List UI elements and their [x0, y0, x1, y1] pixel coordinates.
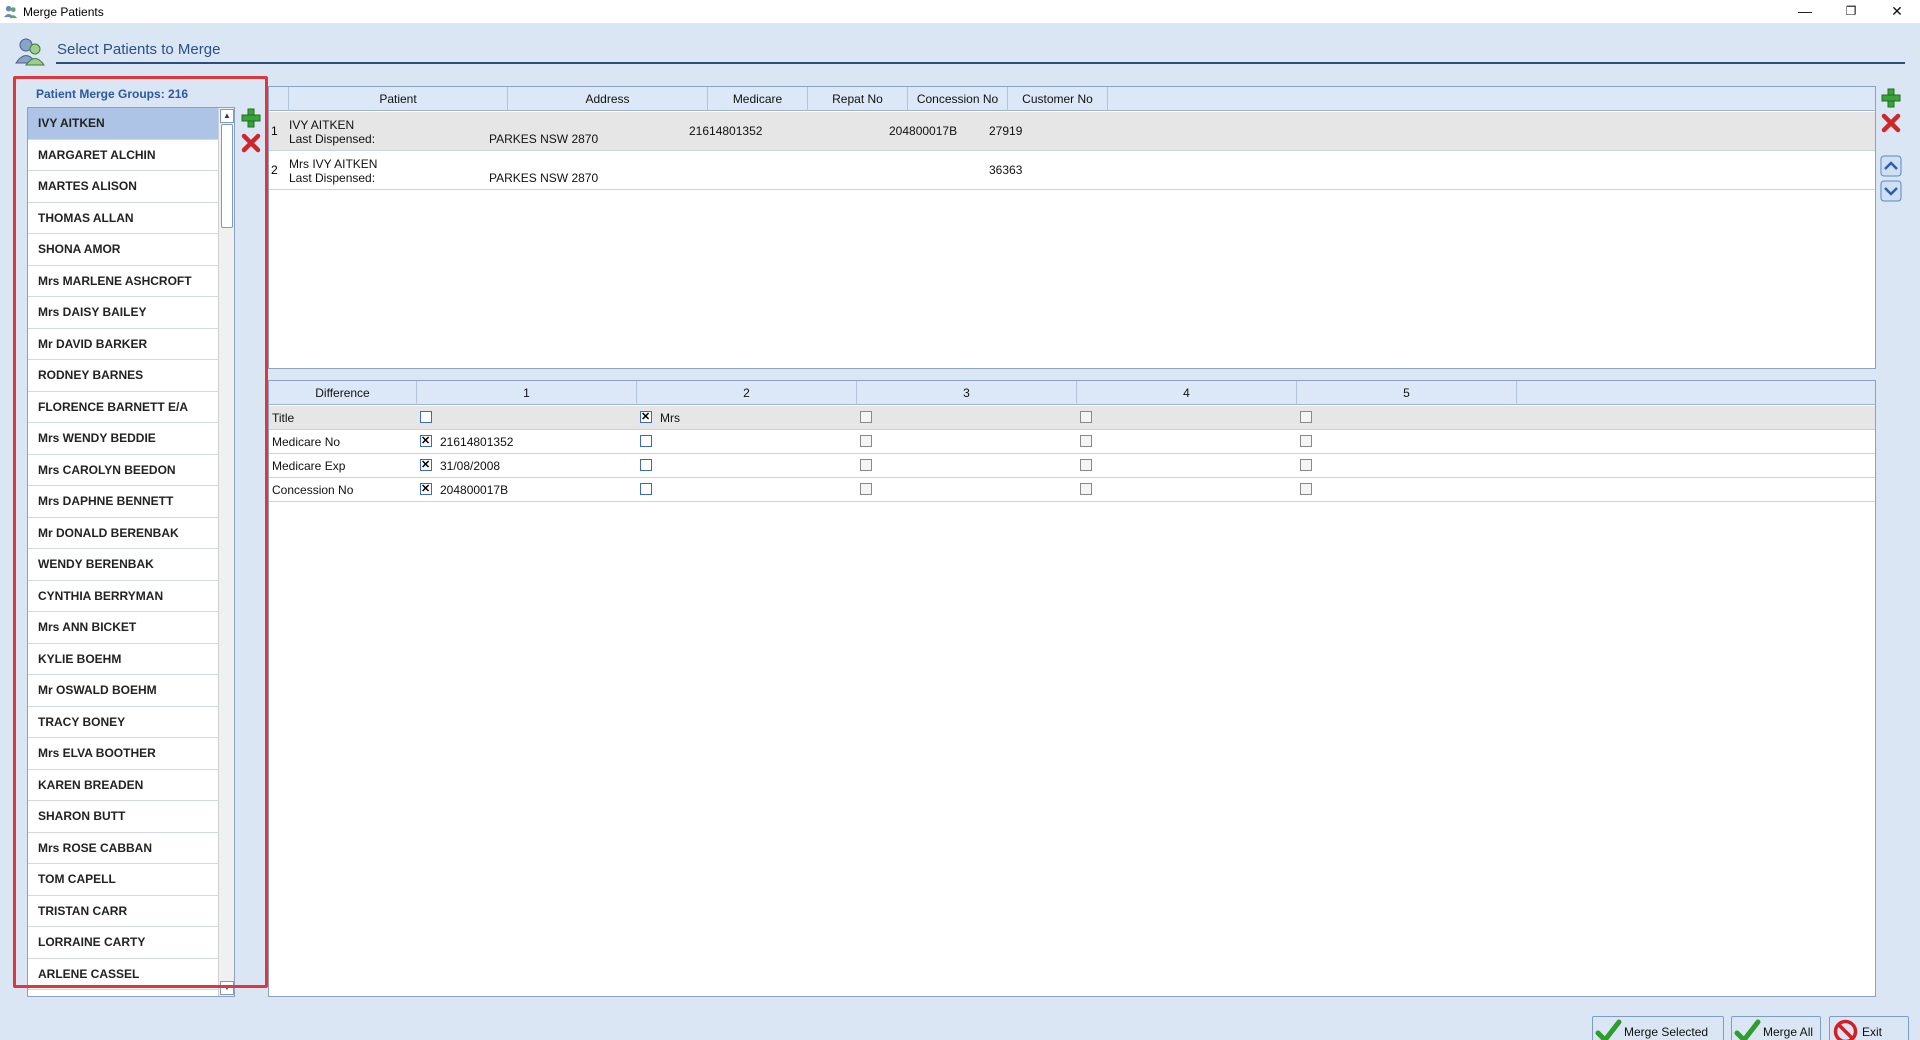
col-patient[interactable]: Patient: [289, 87, 508, 111]
title-bar: Merge Patients — ❐ ✕: [0, 0, 1920, 23]
patient-address: PARKES NSW 2870: [489, 132, 599, 146]
patients-header: Patient Address Medicare Repat No Conces…: [269, 87, 1875, 111]
remove-patient-button[interactable]: [1880, 112, 1902, 134]
differences-table: Difference 1 2 3 4 5 Title Mrs Medicare No…: [268, 380, 1876, 997]
difference-checkbox[interactable]: [1080, 435, 1092, 447]
difference-checkbox[interactable]: [860, 483, 872, 495]
difference-checkbox[interactable]: [860, 435, 872, 447]
chevron-down-icon: [1880, 180, 1902, 202]
col-medicare[interactable]: Medicare: [708, 87, 808, 111]
exit-label: Exit: [1862, 1025, 1883, 1039]
difference-checkbox[interactable]: [1300, 483, 1312, 495]
delete-x-icon: [241, 133, 261, 153]
difference-checkbox[interactable]: [860, 459, 872, 471]
col-patient-2[interactable]: 2: [637, 381, 857, 405]
difference-checkbox[interactable]: [640, 435, 652, 447]
col-concession-no[interactable]: Concession No: [908, 87, 1008, 111]
difference-checkbox[interactable]: [1080, 411, 1092, 423]
difference-row: Title Mrs: [269, 406, 1875, 430]
last-dispensed-label: Last Dispensed:: [289, 171, 376, 185]
patient-address: PARKES NSW 2870: [489, 171, 599, 185]
difference-value: 204800017B: [440, 483, 509, 497]
col-address[interactable]: Address: [508, 87, 708, 111]
difference-checkbox[interactable]: [420, 411, 432, 423]
restore-button[interactable]: ❐: [1828, 0, 1874, 23]
difference-label: Concession No: [272, 483, 354, 497]
chevron-up-icon: [1880, 155, 1902, 177]
last-dispensed-label: Last Dispensed:: [289, 132, 376, 146]
main-client-area: Select Patients to Merge Patient Merge G…: [0, 23, 1920, 1040]
difference-row: Medicare No 21614801352: [269, 430, 1875, 454]
col-difference[interactable]: Difference: [269, 381, 417, 405]
add-patient-button[interactable]: [1880, 87, 1902, 109]
differences-header: Difference 1 2 3 4 5: [269, 381, 1875, 405]
difference-row: Medicare Exp 31/08/2008: [269, 454, 1875, 478]
difference-value: Mrs: [660, 411, 680, 425]
difference-checkbox[interactable]: [640, 459, 652, 471]
page-title: Select Patients to Merge: [57, 41, 221, 58]
delete-x-icon: [1881, 113, 1901, 133]
difference-checkbox[interactable]: [1080, 459, 1092, 471]
difference-checkbox[interactable]: [1300, 411, 1312, 423]
app-users-icon: [3, 5, 18, 19]
difference-checkbox[interactable]: [420, 458, 432, 471]
patient-name: Mrs IVY AITKEN: [289, 157, 378, 171]
plus-icon: [1881, 88, 1901, 108]
patients-table: Patient Address Medicare Repat No Conces…: [268, 86, 1876, 369]
minimize-button[interactable]: —: [1782, 0, 1828, 23]
patient-medicare: 21614801352: [689, 124, 763, 138]
merge-all-label: Merge All: [1763, 1025, 1814, 1039]
difference-label: Medicare Exp: [272, 459, 346, 473]
difference-checkbox[interactable]: [1300, 435, 1312, 447]
difference-checkbox[interactable]: [1300, 459, 1312, 471]
patient-name: IVY AITKEN: [289, 118, 355, 132]
col-repat-no[interactable]: Repat No: [808, 87, 908, 111]
row-number: 2: [271, 163, 278, 177]
difference-label: Medicare No: [272, 435, 341, 449]
checkmark-icon: [1734, 1019, 1761, 1040]
patient-row[interactable]: 2 Mrs IVY AITKEN Last Dispensed: PARKES …: [269, 151, 1875, 190]
exit-button[interactable]: Exit: [1829, 1016, 1909, 1040]
difference-checkbox[interactable]: [420, 482, 432, 495]
difference-checkbox[interactable]: [420, 434, 432, 447]
add-group-button[interactable]: [240, 107, 262, 129]
window-title: Merge Patients: [23, 5, 104, 19]
col-customer-no[interactable]: Customer No: [1008, 87, 1108, 111]
plus-icon: [241, 108, 261, 128]
difference-checkbox[interactable]: [640, 410, 652, 423]
patient-concession: 204800017B: [889, 124, 958, 138]
patient-row[interactable]: 1 IVY AITKEN Last Dispensed: PARKES NSW …: [269, 112, 1875, 151]
difference-row: Concession No 204800017B: [269, 478, 1875, 502]
close-button[interactable]: ✕: [1874, 0, 1920, 23]
merge-all-button[interactable]: Merge All: [1731, 1016, 1821, 1040]
users-icon: [15, 38, 45, 66]
difference-value: 21614801352: [440, 435, 514, 449]
remove-group-button[interactable]: [240, 132, 262, 154]
difference-value: 31/08/2008: [440, 459, 501, 473]
no-entry-icon: [1833, 1019, 1858, 1040]
move-down-button[interactable]: [1880, 180, 1902, 202]
col-patient-5[interactable]: 5: [1297, 381, 1517, 405]
patient-customer-no: 27919: [989, 124, 1023, 138]
merge-selected-label: Merge Selected: [1624, 1025, 1709, 1039]
difference-label: Title: [272, 411, 295, 425]
difference-checkbox[interactable]: [860, 411, 872, 423]
move-up-button[interactable]: [1880, 155, 1902, 177]
header-divider: [56, 62, 1905, 64]
checkmark-icon: [1595, 1019, 1622, 1040]
difference-checkbox[interactable]: [1080, 483, 1092, 495]
patient-customer-no: 36363: [989, 163, 1023, 177]
col-patient-1[interactable]: 1: [417, 381, 637, 405]
row-number-header: [269, 87, 289, 111]
row-number: 1: [271, 124, 278, 138]
col-patient-4[interactable]: 4: [1077, 381, 1297, 405]
merge-selected-button[interactable]: Merge Selected: [1592, 1016, 1724, 1040]
highlight-annotation: [13, 76, 268, 988]
difference-checkbox[interactable]: [640, 483, 652, 495]
col-patient-3[interactable]: 3: [857, 381, 1077, 405]
